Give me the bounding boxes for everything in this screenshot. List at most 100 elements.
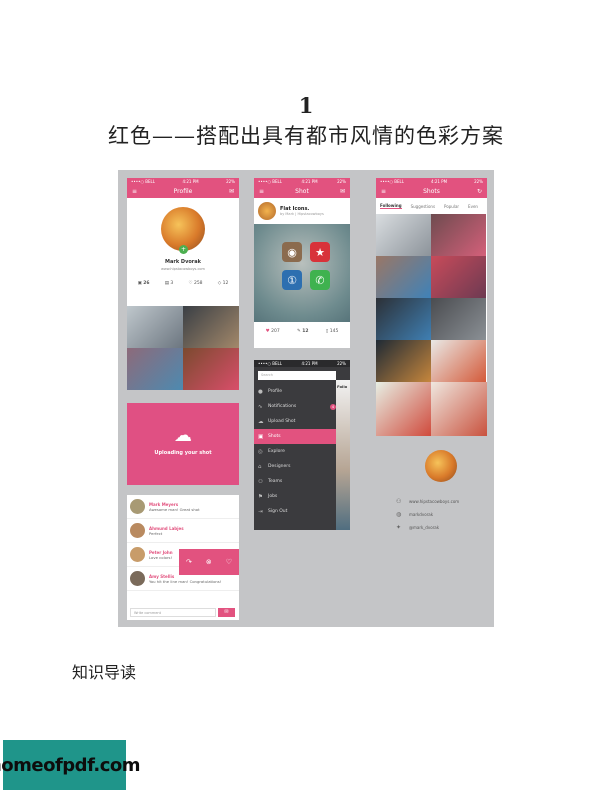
tab-popular[interactable]: Popular: [444, 204, 459, 209]
shot-tile[interactable]: [376, 340, 431, 382]
avatar: [425, 450, 457, 482]
avatar: [130, 523, 145, 538]
list-item[interactable]: Ahmund Labjes Perfect: [127, 519, 239, 543]
trash-icon: ▯: [325, 329, 329, 334]
shot-thumbnail[interactable]: [183, 306, 239, 348]
shot-tile[interactable]: [431, 256, 486, 298]
shot-thumbnail[interactable]: [127, 306, 183, 348]
profile-icon: ●: [258, 388, 263, 395]
shot-tile[interactable]: [376, 214, 431, 256]
status-bar: ••••○ BELL 4:21 PM 22%: [254, 360, 350, 367]
homeofpdf-logo[interactable]: homeofpdf.com: [0, 740, 141, 790]
cloud-upload-icon: ☁: [174, 425, 192, 446]
eye-icon: ◎: [258, 448, 263, 455]
shot-thumbnail[interactable]: [183, 348, 239, 390]
send-comment-button[interactable]: ✉: [218, 608, 235, 617]
comment-actions: ↷ ⊗ ♡: [179, 549, 239, 575]
page-number: 1: [298, 93, 314, 118]
screen-title: Profile: [173, 188, 193, 195]
user-site[interactable]: www.hipstacowboys.com: [127, 267, 239, 271]
twitter-row[interactable]: ✦ @mark_dvorak: [396, 521, 486, 534]
shot-author[interactable]: by Mark | Hipstacowboys: [280, 212, 324, 216]
shot-tile[interactable]: [376, 298, 431, 340]
shot-thumbnail[interactable]: [127, 348, 183, 390]
page-title: 红色——搭配出具有都市风情的色彩方案: [108, 124, 504, 148]
projects-icon: ▤: [164, 281, 169, 286]
shot-tile[interactable]: [431, 382, 487, 436]
profile-screen: ••••○ BELL 4:21 PM 22% ≡ Profile ✉ + Mar…: [127, 178, 239, 390]
list-item[interactable]: Mark Meyers Awesome man! Great shot: [127, 495, 239, 519]
upload-card: ☁ Uploading your shot: [127, 403, 239, 485]
shot-tile[interactable]: [431, 340, 486, 382]
user-icon: ⚇: [396, 498, 402, 505]
view-count[interactable]: ▯ 145: [326, 329, 339, 334]
shot-tile[interactable]: [376, 256, 431, 298]
shot-tile[interactable]: [431, 298, 486, 340]
upload-label: Uploading your shot: [154, 450, 212, 456]
battery-label: 22%: [226, 179, 235, 184]
user-name: Mark Dvorak: [165, 259, 201, 265]
tag-icon: ◇: [217, 281, 222, 286]
pulse-icon: ∿: [258, 403, 263, 410]
mail-icon[interactable]: ✉: [229, 188, 234, 195]
shots-screen: ••••○ BELL 4:21 PM 22% ≡ Shots ↻ Followi…: [376, 178, 487, 436]
section-heading: 知识导读: [72, 663, 137, 682]
like-count[interactable]: ♥ 207: [266, 329, 280, 334]
add-icon[interactable]: +: [179, 245, 188, 254]
shot-tile[interactable]: [431, 214, 486, 256]
heart-icon: ♡: [188, 281, 193, 286]
profile-stats: ▣ 26 ▤ 3 ♡ 258 ◇ 12: [127, 281, 239, 286]
tab-events[interactable]: Even: [468, 204, 478, 209]
status-bar: ••••○ BELL 4:21 PM 22%: [254, 178, 350, 185]
likes-stat[interactable]: ♡ 258: [188, 281, 202, 286]
content-peek: Follo: [336, 380, 350, 530]
mail-icon[interactable]: ✉: [340, 188, 345, 195]
tab-following[interactable]: Following: [380, 203, 402, 209]
shot-stats: ♥ 207 ✎ 12 ▯ 145: [254, 322, 350, 341]
teams-icon: ⚇: [258, 478, 263, 485]
tab-suggestions[interactable]: Suggestions: [411, 204, 435, 209]
contact-card: ⚇ www.hipstacowboys.com ◍ markdvorak ✦ @mar…: [396, 450, 486, 534]
comment-icon: ✎: [297, 329, 301, 334]
shots-icon: ▣: [137, 281, 142, 286]
image-icon: ▣: [258, 433, 264, 440]
dribbble-icon: ◍: [396, 511, 402, 518]
shot-header: ≡ Shot ✉: [254, 185, 350, 198]
website-row[interactable]: ⚇ www.hipstacowboys.com: [396, 495, 486, 508]
close-icon[interactable]: ⊗: [206, 558, 212, 566]
star-app-icon: ★: [310, 242, 330, 262]
tags-stat[interactable]: ◇ 12: [218, 281, 229, 286]
search-input[interactable]: Search: [258, 371, 336, 380]
heart-icon[interactable]: ♡: [226, 558, 232, 566]
status-bar: ••••○ BELL 4:21 PM 22%: [127, 178, 239, 185]
avatar: [130, 499, 145, 514]
screen-title: Shot: [295, 188, 309, 195]
screen-title: Shots: [423, 188, 440, 195]
chat-app-icon: ✆: [310, 270, 330, 290]
comment-input[interactable]: Write comment: [130, 608, 216, 617]
share-icon[interactable]: ↷: [186, 558, 192, 566]
refresh-icon[interactable]: ↻: [477, 188, 482, 195]
comments-panel: Mark Meyers Awesome man! Great shot Ahmun…: [127, 495, 239, 620]
shots-header: ≡ Shots ↻: [376, 185, 487, 198]
projects-stat[interactable]: ▤ 3: [165, 281, 174, 286]
menu-screen: ••••○ BELL 4:21 PM 22% Search ● Profile ∿…: [254, 360, 350, 530]
avatar: [130, 571, 145, 586]
twitter-icon: ✦: [396, 524, 402, 531]
shot-tile[interactable]: [376, 382, 431, 436]
shots-tabs: Following Suggestions Popular Even: [376, 198, 487, 214]
dribbble-row[interactable]: ◍ markdvorak: [396, 508, 486, 521]
shots-stat[interactable]: ▣ 26: [138, 281, 150, 286]
avatar[interactable]: [258, 202, 276, 220]
sign-out-icon: ⇥: [258, 508, 263, 515]
shot-image[interactable]: ◉ ★ ① ✆: [254, 224, 350, 322]
jobs-icon: ⚑: [258, 493, 263, 500]
carrier-label: ••••○ BELL: [131, 179, 155, 184]
shot-meta: Flat Icons. by Mark | Hipstacowboys: [254, 198, 350, 224]
shot-screen: ••••○ BELL 4:21 PM 22% ≡ Shot ✉ Flat Ico…: [254, 178, 350, 348]
mockup-board: ••••○ BELL 4:21 PM 22% ≡ Profile ✉ + Mar…: [118, 170, 494, 627]
chat-icon: ✉: [224, 609, 229, 615]
comment-count[interactable]: ✎ 12: [297, 329, 308, 334]
heart-icon: ♥: [265, 329, 270, 334]
camera-app-icon: ◉: [282, 242, 302, 262]
